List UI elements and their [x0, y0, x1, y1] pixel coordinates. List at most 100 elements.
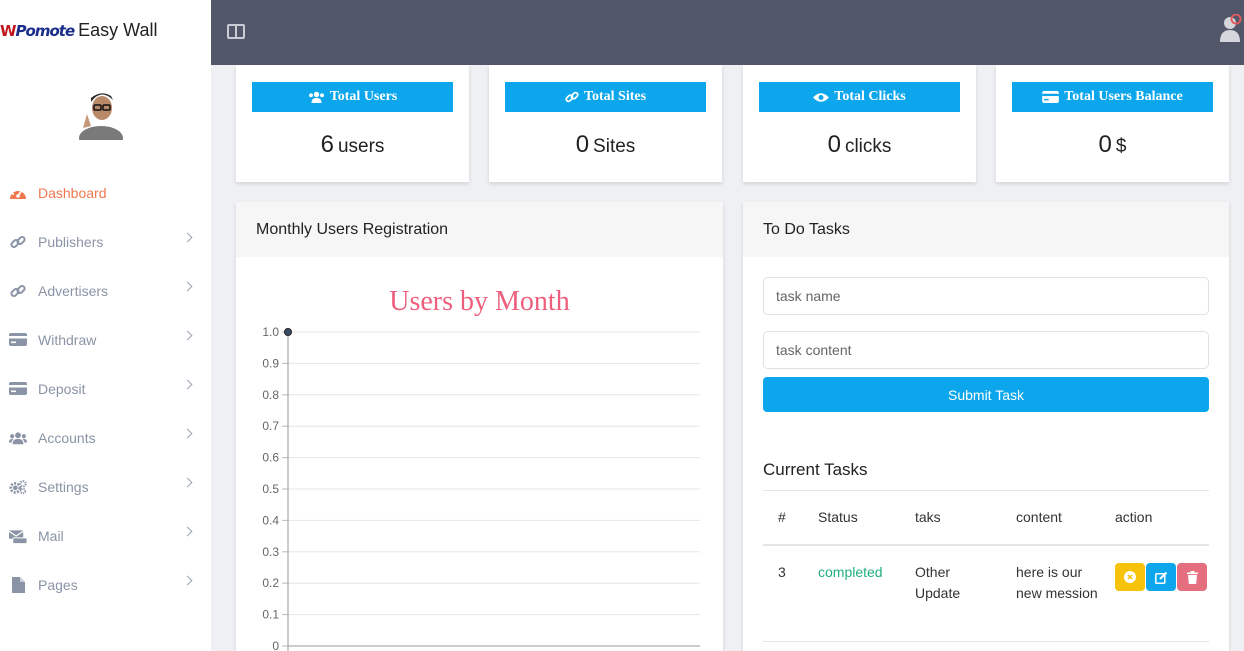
chart-panel: Monthly Users Registration Users by Mont…	[236, 202, 723, 651]
cogs-icon	[9, 478, 27, 496]
y-tick-label: 1.0	[262, 325, 279, 339]
table-header-divider	[763, 544, 1209, 546]
brand[interactable]: WPomote Easy Wall	[0, 20, 157, 41]
submit-task-button[interactable]: Submit Task	[763, 377, 1209, 412]
chart-panel-title: Monthly Users Registration	[236, 202, 723, 257]
link-icon	[9, 282, 27, 300]
edit-task-button[interactable]	[1146, 563, 1176, 591]
chevron-right-icon	[182, 526, 193, 537]
y-tick-label: 0.3	[262, 545, 279, 559]
column-header: action	[1115, 509, 1153, 525]
sidebar-item-settings[interactable]: Settings	[0, 462, 211, 511]
stat-header: Total Clicks	[759, 82, 960, 112]
chevron-right-icon	[182, 575, 193, 586]
chevron-right-icon	[182, 428, 193, 439]
column-header: content	[1016, 509, 1062, 525]
sidebar-item-mail[interactable]: Mail	[0, 511, 211, 560]
stat-value: 0 $	[1098, 131, 1127, 158]
users-icon	[308, 91, 324, 103]
sidebar: WPomote Easy Wall Dashboard Publishers A…	[0, 0, 211, 651]
sidebar-item-label: Withdraw	[38, 331, 97, 348]
chevron-right-icon	[182, 477, 193, 488]
y-tick-label: 0.4	[262, 513, 279, 527]
chevron-right-icon	[182, 379, 193, 390]
sidebar-item-label: Mail	[38, 527, 64, 544]
sidebar-item-label: Publishers	[38, 233, 104, 250]
stat-header: Total Users	[252, 82, 453, 112]
sidebar-item-withdraw[interactable]: Withdraw	[0, 315, 211, 364]
mark-status-button[interactable]	[1115, 563, 1145, 591]
tachometer-icon	[9, 184, 27, 202]
link-icon	[9, 233, 27, 251]
brand-name: Easy Wall	[78, 20, 158, 40]
sidebar-item-label: Settings	[38, 478, 89, 495]
delete-task-button[interactable]	[1177, 563, 1207, 591]
stat-card-users: Total Users 6 users	[236, 65, 469, 182]
file-icon	[9, 576, 27, 594]
y-tick-label: 0.1	[262, 608, 279, 622]
y-tick-label: 0.6	[262, 451, 279, 465]
y-tick-label: 0.7	[262, 419, 279, 433]
credit-card-icon	[9, 331, 27, 349]
sidebar-item-label: Pages	[38, 576, 78, 593]
sidebar-nav: Dashboard Publishers Advertisers Withdra…	[0, 168, 211, 609]
task-name: Other Update	[915, 564, 961, 601]
current-tasks-title: Current Tasks	[763, 460, 868, 479]
sidebar-item-label: Accounts	[38, 429, 96, 446]
y-tick-label: 0.2	[262, 576, 279, 590]
stat-value: 0 clicks	[827, 131, 892, 158]
topbar	[211, 0, 1244, 65]
stat-value: 6 users	[320, 131, 385, 158]
table-row-divider	[763, 641, 1209, 642]
stat-header: Total Users Balance	[1012, 82, 1213, 112]
task-id: 3	[778, 564, 786, 580]
sidebar-item-deposit[interactable]: Deposit	[0, 364, 211, 413]
stat-title: Total Users	[329, 89, 398, 104]
sidebar-item-label: Deposit	[38, 380, 86, 397]
chevron-right-icon	[182, 330, 193, 341]
sidebar-item-label: Advertisers	[38, 282, 109, 299]
avatar[interactable]	[77, 88, 125, 140]
brand-logo: WPomote	[0, 22, 75, 40]
sidebar-item-accounts[interactable]: Accounts	[0, 413, 211, 462]
mail-icon	[9, 527, 27, 545]
y-tick-label: 0.9	[262, 356, 279, 370]
stat-card-sites: Total Sites 0 Sites	[489, 65, 722, 182]
stat-title: Total Sites	[583, 89, 647, 104]
data-point	[284, 328, 292, 336]
todo-panel-title: To Do Tasks	[743, 202, 1229, 257]
credit-card-icon	[1042, 91, 1060, 103]
times-circle-icon	[1124, 571, 1136, 583]
task-content-input[interactable]	[763, 331, 1209, 369]
users-icon	[9, 429, 27, 447]
stat-header: Total Sites	[505, 82, 706, 112]
stat-title: Total Users Balance	[1064, 89, 1183, 104]
sidebar-toggle-icon[interactable]	[227, 24, 245, 39]
table-divider	[763, 490, 1209, 491]
task-status: completed	[818, 564, 883, 580]
column-header: #	[778, 509, 786, 525]
chart-title: Users by Month	[389, 286, 570, 317]
column-header: Status	[818, 509, 858, 525]
y-tick-label: 0.8	[262, 388, 279, 402]
sidebar-item-pages[interactable]: Pages	[0, 560, 211, 609]
edit-icon	[1154, 571, 1167, 584]
stat-title: Total Clicks	[834, 89, 906, 104]
y-tick-label: 0.5	[262, 482, 279, 496]
user-icon[interactable]	[1220, 14, 1242, 42]
trash-icon	[1186, 570, 1198, 584]
link-icon	[565, 91, 579, 103]
sidebar-item-label: Dashboard	[38, 184, 107, 201]
task-name-input[interactable]	[763, 277, 1209, 315]
stat-card-balance: Total Users Balance 0 $	[996, 65, 1229, 182]
stat-value: 0 Sites	[575, 131, 636, 158]
eye-icon	[813, 92, 830, 102]
todo-panel: To Do Tasks Submit Task Current Tasks # …	[743, 202, 1229, 651]
users-line-chart: 1.0 0.9 0.8 0.7 0.6 0.5 0.4 0.3 0.2 0.1 0	[262, 325, 700, 651]
sidebar-item-advertisers[interactable]: Advertisers	[0, 266, 211, 315]
task-content: here is our new mession	[1016, 564, 1098, 601]
chevron-right-icon	[182, 232, 193, 243]
stat-card-clicks: Total Clicks 0 clicks	[743, 65, 976, 182]
sidebar-item-publishers[interactable]: Publishers	[0, 217, 211, 266]
sidebar-item-dashboard[interactable]: Dashboard	[0, 168, 211, 217]
